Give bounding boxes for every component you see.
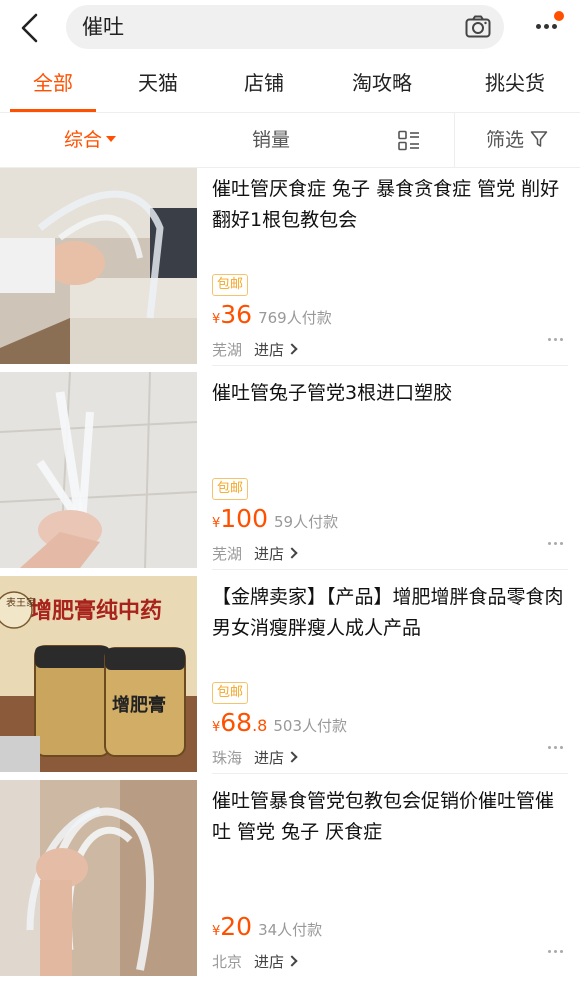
more-options-icon[interactable] — [548, 542, 564, 548]
seller-location: 芜湖 — [212, 545, 243, 563]
list-view-icon — [398, 130, 419, 151]
location-row: 芜湖 进店 — [212, 338, 298, 362]
enter-shop-label: 进店 — [254, 545, 285, 563]
location-row: 芜湖 进店 — [212, 542, 298, 566]
more-dot — [544, 24, 549, 29]
camera-icon[interactable] — [464, 13, 492, 41]
product-title[interactable]: 催吐管暴食管党包教包会促销价催吐管催吐 管党 兔子 厌食症 — [212, 786, 568, 848]
tab-guides[interactable]: 淘攻略 — [338, 56, 426, 112]
product-info: 催吐管暴食管党包教包会促销价催吐管催吐 管党 兔子 厌食症 ¥20 34人付款 北… — [212, 786, 568, 978]
search-input[interactable]: 催吐 — [82, 5, 124, 49]
product-info: 催吐管厌食症 兔子 暴食贪食症 管党 削好翻好1根包教包会 包邮 ¥36 769人… — [212, 174, 568, 366]
seller-location: 北京 — [212, 953, 243, 971]
enter-shop-link[interactable]: 进店 — [254, 749, 298, 767]
divider — [454, 113, 455, 167]
enter-shop-link[interactable]: 进店 — [254, 341, 298, 359]
chevron-right-icon — [286, 547, 298, 559]
chevron-right-icon — [286, 955, 298, 967]
product-title[interactable]: 催吐管厌食症 兔子 暴食贪食症 管党 削好翻好1根包教包会 — [212, 174, 568, 236]
sort-bar: 综合 销量 筛选 — [0, 112, 580, 168]
image-seal-text: 表王家 — [6, 596, 36, 609]
caret-down-icon — [106, 136, 117, 142]
product-title[interactable]: 催吐管兔子管党3根进口塑胶 — [212, 378, 568, 440]
enter-shop-link[interactable]: 进店 — [254, 953, 298, 971]
more-options-icon[interactable] — [548, 338, 564, 344]
sort-comprehensive[interactable]: 综合 — [64, 113, 117, 167]
product-image[interactable] — [0, 372, 197, 568]
product-title[interactable]: 【金牌卖家】【产品】增肥增胖食品零食肉男女消瘦胖瘦人成人产品 — [212, 582, 568, 644]
tab-tmall[interactable]: 天猫 — [120, 56, 196, 112]
product-card[interactable]: 催吐管暴食管党包教包会促销价催吐管催吐 管党 兔子 厌食症 ¥20 34人付款 北… — [0, 780, 580, 984]
sales-count: 769人付款 — [258, 309, 332, 327]
filter-label: 筛选 — [486, 129, 525, 151]
enter-shop-label: 进店 — [254, 341, 285, 359]
chevron-left-icon — [21, 13, 38, 43]
image-banner-text: 增肥膏纯中药 — [30, 598, 162, 624]
product-card[interactable]: 增肥膏纯中药 表王家 增肥膏 【金牌卖家】【产品】增肥增胖食品零食肉男女消瘦胖瘦… — [0, 576, 580, 780]
layout-toggle[interactable] — [398, 130, 420, 152]
price-row: ¥100 59人付款 — [212, 504, 338, 536]
product-info: 【金牌卖家】【产品】增肥增胖食品零食肉男女消瘦胖瘦人成人产品 包邮 ¥68.8 5… — [212, 582, 568, 774]
more-options-icon[interactable] — [548, 746, 564, 752]
sales-count: 34人付款 — [258, 921, 323, 939]
more-dots-icon — [536, 24, 541, 29]
seller-location: 芜湖 — [212, 341, 243, 359]
location-row: 北京 进店 — [212, 950, 298, 974]
price: 20 — [220, 912, 253, 941]
price: 100 — [220, 504, 268, 533]
tab-picks[interactable]: 挑尖货 — [470, 56, 560, 112]
location-row: 珠海 进店 — [212, 746, 298, 770]
price: 68 — [220, 708, 253, 737]
sort-comprehensive-label: 综合 — [64, 129, 103, 151]
sales-count: 503人付款 — [273, 717, 347, 735]
product-card[interactable]: 催吐管厌食症 兔子 暴食贪食症 管党 削好翻好1根包教包会 包邮 ¥36 769人… — [0, 168, 580, 372]
product-image[interactable] — [0, 168, 197, 364]
product-card[interactable]: 催吐管兔子管党3根进口塑胶 包邮 ¥100 59人付款 芜湖 进店 — [0, 372, 580, 576]
price: 36 — [220, 300, 253, 329]
more-menu-button[interactable] — [526, 11, 566, 42]
free-shipping-tag: 包邮 — [212, 274, 249, 296]
product-info: 催吐管兔子管党3根进口塑胶 包邮 ¥100 59人付款 芜湖 进店 — [212, 378, 568, 570]
notification-badge — [554, 11, 564, 21]
free-shipping-tag: 包邮 — [212, 478, 249, 500]
price-decimal: .8 — [252, 716, 268, 735]
chevron-right-icon — [286, 343, 298, 355]
tab-all[interactable]: 全部 — [10, 56, 96, 112]
back-button[interactable] — [12, 8, 48, 48]
filter-button[interactable]: 筛选 — [486, 113, 548, 167]
price-row: ¥36 769人付款 — [212, 300, 332, 332]
enter-shop-label: 进店 — [254, 749, 285, 767]
product-image[interactable]: 增肥膏纯中药 表王家 增肥膏 — [0, 576, 197, 772]
more-dot — [552, 24, 557, 29]
filter-funnel-icon — [530, 130, 548, 147]
image-jar-text: 增肥膏 — [112, 694, 166, 716]
sort-sales[interactable]: 销量 — [252, 113, 290, 167]
more-options-icon[interactable] — [548, 950, 564, 956]
enter-shop-label: 进店 — [254, 953, 285, 971]
search-bar[interactable]: 催吐 — [66, 5, 504, 49]
product-image[interactable] — [0, 780, 197, 976]
free-shipping-tag: 包邮 — [212, 682, 249, 704]
price-row: ¥68.8 503人付款 — [212, 708, 347, 740]
chevron-right-icon — [286, 751, 298, 763]
top-bar: 催吐 — [0, 0, 580, 56]
enter-shop-link[interactable]: 进店 — [254, 545, 298, 563]
price-row: ¥20 34人付款 — [212, 912, 322, 944]
sales-count: 59人付款 — [274, 513, 339, 531]
tab-shops[interactable]: 店铺 — [226, 56, 302, 112]
seller-location: 珠海 — [212, 749, 243, 767]
category-tabs: 全部 天猫 店铺 淘攻略 挑尖货 — [0, 56, 580, 112]
